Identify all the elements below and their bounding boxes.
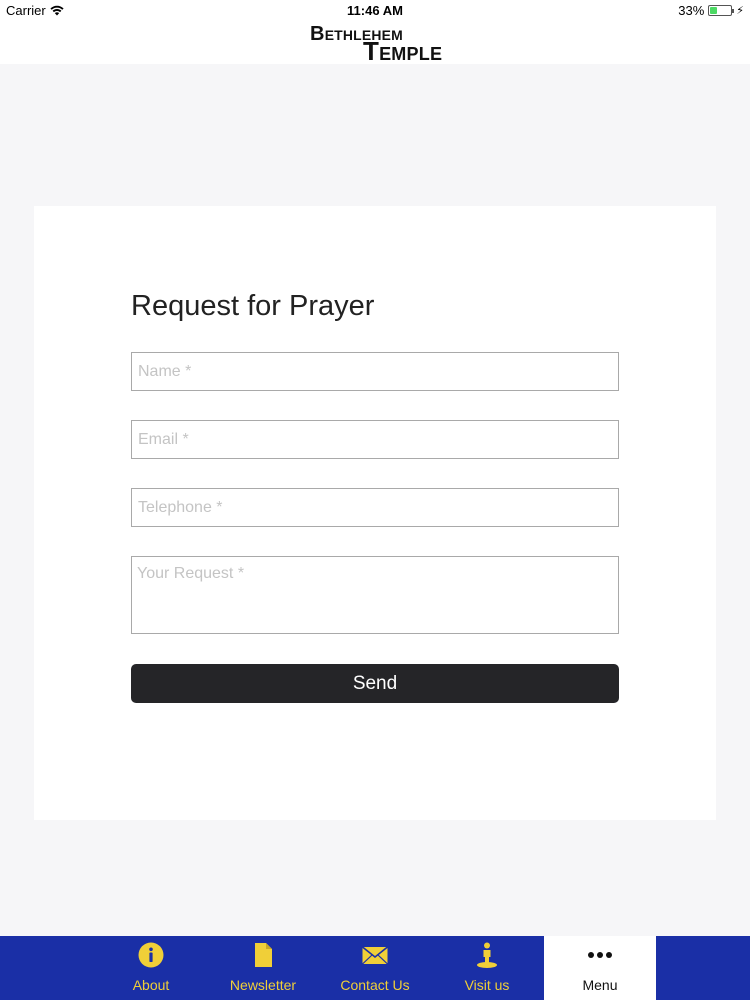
tab-label: Menu — [582, 977, 618, 993]
tab-newsletter[interactable]: Newsletter — [207, 936, 319, 1000]
visitor-icon — [477, 942, 497, 968]
status-time: 11:46 AM — [347, 3, 403, 18]
page-title: Request for Prayer — [131, 290, 375, 322]
info-icon — [138, 942, 164, 968]
tab-visit-us[interactable]: Visit us — [431, 936, 543, 1000]
envelope-icon — [362, 946, 388, 965]
charging-bolt-icon: ⚡ — [736, 5, 744, 17]
request-textarea[interactable] — [131, 556, 619, 634]
telephone-input[interactable] — [131, 488, 619, 527]
send-button[interactable]: Send — [131, 664, 619, 703]
tab-about[interactable]: About — [95, 936, 207, 1000]
battery-percent: 33% — [678, 3, 705, 18]
tab-label: Visit us — [464, 977, 510, 993]
name-input[interactable] — [131, 352, 619, 391]
tab-label: About — [132, 977, 170, 993]
tab-bar: About Newsletter Contact Us Visit us Men… — [0, 936, 750, 1000]
prayer-request-card: Request for Prayer Send — [34, 206, 716, 820]
status-right: 33% ⚡ — [678, 3, 744, 18]
battery-icon — [708, 5, 735, 16]
tab-label: Contact Us — [340, 977, 410, 993]
tab-label: Newsletter — [229, 977, 297, 993]
tab-contact-us[interactable]: Contact Us — [319, 936, 431, 1000]
battery-fill — [710, 7, 717, 14]
document-icon — [255, 943, 272, 967]
tab-menu[interactable]: Menu — [544, 936, 656, 1000]
status-bar: Carrier 11:46 AM 33% ⚡ — [0, 0, 750, 22]
more-icon — [588, 952, 612, 958]
email-input[interactable] — [131, 420, 619, 459]
logo-line-2: TEMPLE — [363, 36, 443, 66]
app-header: BETHLEHEM TEMPLE — [0, 22, 750, 64]
bethlehem-temple-logo: BETHLEHEM TEMPLE — [310, 22, 445, 64]
